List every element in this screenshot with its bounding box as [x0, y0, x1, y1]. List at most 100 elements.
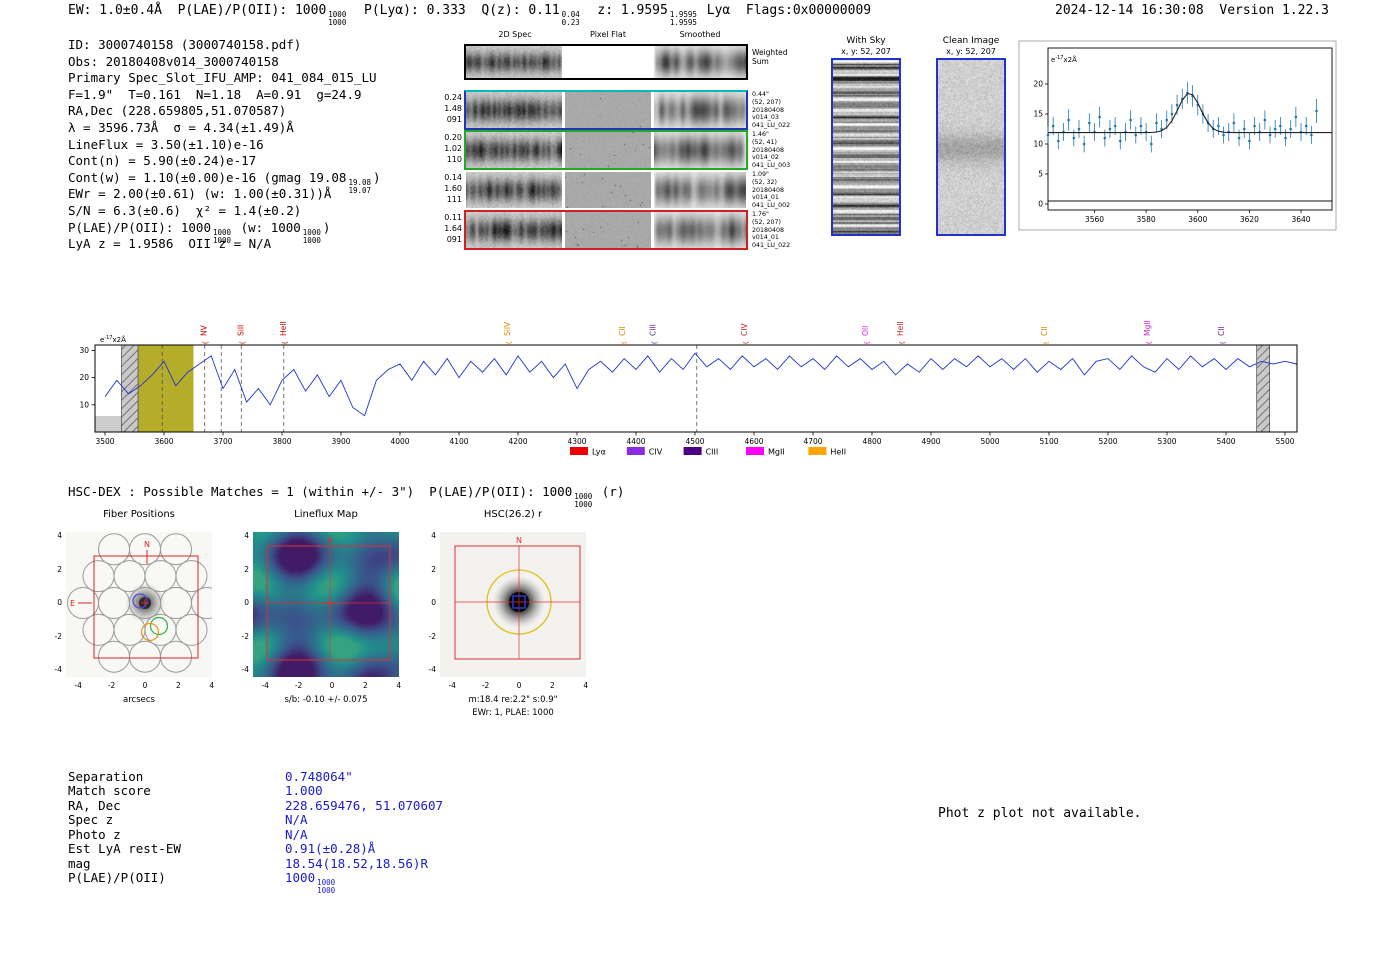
- text-segment: EWr = 2.00(±0.61) (w: 1.00(±0.31))Å: [68, 186, 332, 202]
- cutout-ytick-label: -2: [54, 631, 62, 641]
- hsc-xlabel-1: m:18.4 re:2.2" s:0.9": [468, 695, 558, 705]
- report-version: Version 1.22.3: [1219, 3, 1329, 18]
- spec2d-row-annotations: 1.76" (52, 207) 20180408 v014_01 041_LU_022: [752, 211, 800, 250]
- text-segment: LineFlux = 3.50(±1.10)e-16: [68, 136, 264, 152]
- fraction-bottom: 0.23: [561, 18, 580, 28]
- with-sky-coords: x, y: 52, 207: [841, 47, 891, 56]
- legend-label: Lyα: [592, 448, 606, 457]
- cutout-xtick-label: -2: [481, 681, 490, 690]
- spectrum-xtick-label: 5200: [1098, 437, 1117, 446]
- zoom-xtick-label: 3620: [1240, 215, 1259, 224]
- fiber-circle: [175, 560, 208, 593]
- text-segment: EW: 1.0±0.4Å P(LAE)/P(OII): 1000: [68, 3, 327, 18]
- spec2d-row: [464, 44, 748, 80]
- lineflux-xlabel: s/b: -0.10 +/- 0.075: [284, 695, 368, 705]
- spec2d-annotation-line: (52, 32): [752, 178, 777, 186]
- match-field-value: 0.91(±0.28)Å: [285, 841, 375, 856]
- fiber-circle: [160, 587, 192, 619]
- match-field-label: Separation: [68, 769, 144, 784]
- legend-label: CIV: [649, 448, 663, 457]
- spec2d-annotation-line: 1.09": [752, 171, 769, 178]
- cutout-xtick-label: 0: [516, 681, 522, 690]
- elixer-detection-report: EW: 1.0±0.4Å P(LAE)/P(OII): 1000 1000 1000…: [0, 0, 1400, 953]
- lineflux-map-panel: Lineflux Map N s/b: -0.10 +/- 0.075 4 2 0 -…: [227, 505, 432, 730]
- spectrum-xtick-label: 5000: [980, 437, 999, 446]
- legend-label: HeII: [830, 448, 846, 457]
- text-segment: 0.748064": [285, 769, 353, 784]
- line-annotation-label: CIII: [649, 324, 658, 336]
- cutout-ytick-label: 4: [57, 531, 62, 540]
- legend-label: MgII: [768, 448, 785, 457]
- spec2d-annotation-line: 041_LU_003: [752, 162, 791, 170]
- line-annotation-brace: {: [899, 341, 906, 345]
- text-segment: z: 1.9595: [581, 3, 668, 18]
- spec2d-annotation-line: 041_LU_002: [752, 202, 791, 210]
- spec2d-row-left-labels: 0.14 1.60 111: [436, 172, 462, 205]
- match-field-label: Photo z: [68, 826, 121, 842]
- spec2d-left-value: 091: [446, 115, 462, 124]
- pixel-flat-image: [565, 132, 651, 168]
- fiber-circle: [160, 640, 192, 673]
- cutout-xtick-label: 4: [583, 681, 589, 690]
- match-table-row: Photo z N/A: [68, 826, 568, 842]
- fraction-bottom: 19.07: [348, 185, 372, 195]
- edge-mask-region: [95, 416, 122, 432]
- pixel-flat-blank: [565, 46, 651, 78]
- text-segment: 0.91(±0.28)Å: [285, 841, 376, 857]
- spectrum-xtick-label: 5500: [1275, 437, 1294, 446]
- text-segment: ): [373, 169, 381, 185]
- fiber-circle: [98, 587, 130, 619]
- emission-line-highlight-band: [138, 345, 194, 432]
- spectrum-xtick-label: 5100: [1039, 437, 1058, 446]
- header-timestamp: 2024-12-14 16:30:08 Version 1.22.3: [1055, 3, 1329, 18]
- north-indicator: N: [516, 536, 522, 545]
- spec2d-col-header-2dspec: 2D Spec: [498, 30, 532, 39]
- cutout-ytick-label: -4: [54, 665, 62, 674]
- cutout-xtick-label: 2: [550, 681, 555, 690]
- info-line: S/N = 6.3(±0.6) χ² = 1.4(±0.2): [68, 203, 381, 220]
- line-annotation-label: MgII: [1143, 320, 1152, 336]
- info-line: Primary Spec_Slot_IFU_AMP: 041_084_015_L…: [68, 70, 381, 87]
- weighted-sum-line: Weighted: [752, 48, 788, 57]
- cutout-ytick-label: 2: [244, 564, 249, 574]
- spec2d-row: [464, 210, 748, 250]
- north-indicator: N: [144, 540, 150, 549]
- text-segment: 18.54(18.52,18.56)R: [285, 855, 428, 871]
- spec2d-left-value: 1.02: [444, 144, 462, 153]
- info-line: Cont(n) = 5.90(±0.24)e-17: [68, 153, 381, 170]
- cutout-ytick-label: -2: [241, 631, 249, 641]
- line-annotation-label: HeII: [896, 321, 905, 336]
- line-annotation-label: OII: [861, 326, 870, 336]
- legend-label: CIII: [706, 448, 719, 457]
- weighted-sum-label: Weighted Sum: [752, 48, 800, 66]
- fraction-bottom: 1000: [328, 18, 347, 28]
- detection-info-block: ID: 3000740158 (3000740158.pdf) Obs: 2018…: [68, 37, 381, 253]
- spec2d-col-header-pixelflat: Pixel Flat: [590, 30, 626, 39]
- fiber-positions-image: NE: [66, 532, 212, 677]
- cutout-ytick-label: 4: [244, 531, 249, 540]
- fiber-circle: [113, 560, 146, 593]
- line-annotation-brace: {: [1220, 341, 1227, 345]
- hsc-cutout-title: HSC(26.2) r: [483, 509, 543, 520]
- spec2d-row-annotations: 1.46" (52, 41) 20180408 v014_02 041_LU_003: [752, 131, 800, 170]
- spec2d-annotation-line: v014_01: [752, 234, 779, 242]
- match-table-row: Match score 1.000: [68, 783, 568, 798]
- text-segment: (w: 1000: [233, 219, 301, 235]
- line-annotation-label: SiIV: [503, 321, 512, 336]
- zoom-xtick-label: 3580: [1137, 215, 1156, 224]
- spectrum-xtick-label: 4700: [803, 437, 822, 446]
- flux-units-label: e-17x2Å: [100, 335, 126, 344]
- text-segment: ID: 3000740158 (3000740158.pdf): [68, 37, 302, 52]
- line-annotation-label: CIV: [740, 323, 749, 336]
- spectrum-xtick-label: 4500: [685, 437, 704, 446]
- match-field-label: RA, Dec: [68, 797, 121, 813]
- stacked-fraction: 0.04 0.23: [561, 10, 580, 28]
- spectrum-xtick-label: 4600: [744, 437, 763, 446]
- spec2d-left-value: 091: [446, 235, 462, 244]
- fiber-circle: [113, 613, 146, 646]
- info-line: LineFlux = 3.50(±1.10)e-16: [68, 137, 381, 154]
- legend-swatch: [626, 447, 645, 455]
- spectrum-xtick-label: 3900: [331, 437, 350, 446]
- legend-swatch: [570, 447, 588, 455]
- fiber-circle: [129, 533, 161, 566]
